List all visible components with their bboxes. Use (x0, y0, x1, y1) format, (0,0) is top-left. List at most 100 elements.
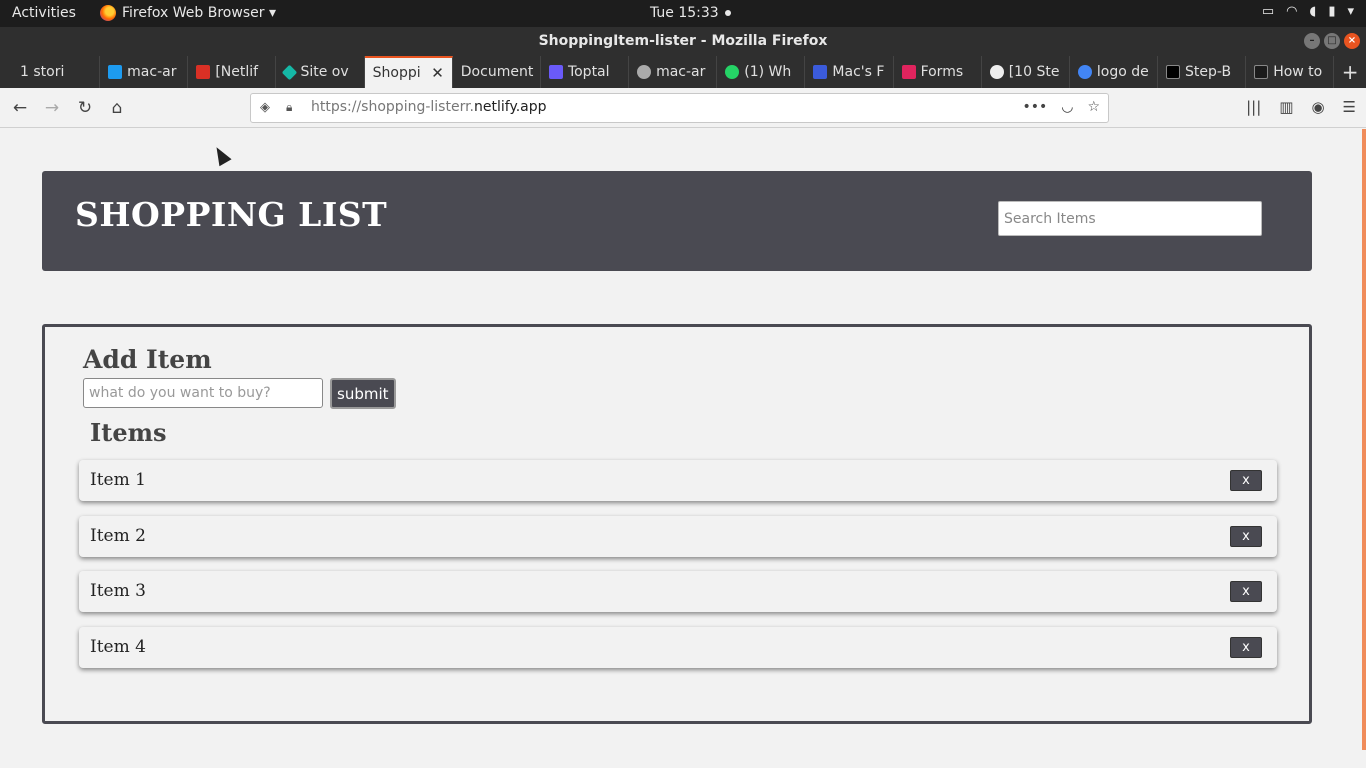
list-item: Item 2 x (79, 515, 1277, 557)
tab-label: mac-ar (127, 64, 177, 80)
gmail-icon (196, 65, 211, 79)
tab-label: logo de (1096, 64, 1149, 80)
tab[interactable]: How to (1246, 56, 1335, 88)
close-icon[interactable]: ✕ (431, 64, 444, 82)
more-actions-icon[interactable]: ••• (1022, 99, 1047, 115)
submit-button[interactable]: submit (330, 378, 396, 409)
google-icon (1077, 65, 1092, 79)
tab[interactable]: 1 stori (12, 56, 101, 88)
url-bar[interactable]: ◈ 🔒︎ https://shopping-listerr.netlify.ap… (250, 93, 1109, 123)
battery-icon: ▮ (1328, 4, 1336, 19)
notification-dot-icon (724, 10, 731, 16)
items-heading: Items (90, 418, 167, 447)
bookmark-star-icon[interactable]: ☆ (1087, 99, 1100, 115)
tab[interactable]: Mac's F (805, 56, 894, 88)
netlify-icon (282, 64, 298, 80)
tab[interactable]: mac-ar (629, 56, 718, 88)
delete-item-button[interactable]: x (1230, 525, 1262, 547)
window-titlebar: ShoppingItem-lister - Mozilla Firefox – … (0, 27, 1366, 56)
tab[interactable]: logo de (1070, 56, 1159, 88)
new-tab-button[interactable]: + (1334, 56, 1366, 88)
forward-arrow-icon[interactable]: → (41, 97, 63, 119)
minimize-button[interactable]: – (1304, 33, 1320, 49)
lock-icon[interactable]: 🔒︎ (286, 100, 292, 115)
tab[interactable]: Toptal (541, 56, 630, 88)
reload-icon[interactable]: ↻ (74, 97, 96, 119)
twitter-icon (108, 65, 123, 79)
item-label: Item 4 (90, 636, 146, 657)
system-tray[interactable]: ▭ ◠ ◖ ▮ ▾ (1262, 4, 1354, 19)
tab-label: Shoppi (372, 65, 421, 81)
tab[interactable]: mac-ar (100, 56, 189, 88)
tab[interactable]: Step-B (1158, 56, 1247, 88)
tab-label: [10 Ste (1008, 64, 1060, 80)
item-label: Item 2 (90, 525, 146, 546)
add-item-heading: Add Item (83, 345, 212, 374)
main-card: Add Item submit Items Item 1 x Item 2 x … (42, 324, 1312, 724)
list-item: Item 1 x (79, 460, 1277, 501)
tab[interactable]: Forms (894, 56, 982, 88)
tab-label: Document (460, 64, 534, 80)
items-list: Item 1 x Item 2 x Item 3 x Item 4 x (79, 460, 1277, 682)
tab-label: Step-B (1185, 64, 1232, 80)
pocket-icon[interactable]: ◡ (1061, 99, 1073, 115)
window-controls: – □ × (1304, 33, 1360, 49)
volume-icon: ◖ (1309, 4, 1317, 19)
tab-label: How to (1273, 64, 1323, 80)
item-label: Item 1 (90, 470, 146, 490)
url-actions: ••• ◡ ☆ (1022, 99, 1100, 115)
activities-button[interactable]: Activities (12, 5, 76, 21)
app-menu[interactable]: Firefox Web Browser ▾ (100, 5, 276, 21)
list-item: Item 4 x (79, 626, 1277, 668)
camera-icon: ▭ (1261, 4, 1275, 19)
menu-icon[interactable]: ☰ (1343, 98, 1356, 116)
clock-label: Tue 15:33 (650, 5, 719, 21)
back-arrow-icon[interactable]: ← (9, 97, 31, 119)
tab-label: mac-ar (656, 64, 706, 80)
forms-icon (901, 65, 916, 79)
search-input[interactable] (998, 201, 1262, 236)
firefox-icon (100, 5, 116, 21)
delete-item-button[interactable]: x (1230, 581, 1262, 602)
scrollbar[interactable] (1362, 129, 1366, 750)
site-icon (1254, 65, 1269, 79)
wifi-icon: ◠ (1286, 4, 1298, 19)
medium-icon (1166, 65, 1181, 79)
tracking-shield-icon[interactable]: ◈ (260, 100, 270, 115)
sidebar-icon[interactable]: ▥ (1279, 98, 1293, 116)
tab-label: (1) Wh (744, 64, 792, 80)
url-prefix: https://shopping-listerr. (311, 99, 474, 115)
app-menu-label: Firefox Web Browser ▾ (122, 5, 276, 21)
list-item: Item 3 x (79, 571, 1277, 612)
window-title: ShoppingItem-lister - Mozilla Firefox (538, 33, 828, 49)
url-text[interactable]: https://shopping-listerr.netlify.app (311, 99, 547, 115)
page-title: SHOPPING LIST (75, 195, 388, 234)
delete-item-button[interactable]: x (1230, 470, 1262, 491)
tab[interactable]: Document (453, 56, 541, 88)
tab[interactable]: [Netlif (188, 56, 277, 88)
toptal-icon (548, 65, 563, 79)
tab[interactable]: [10 Ste (982, 56, 1070, 88)
system-top-bar: Activities Firefox Web Browser ▾ Tue 15:… (0, 0, 1366, 27)
tab-label: Toptal (567, 64, 610, 80)
delete-item-button[interactable]: x (1230, 636, 1262, 658)
add-item-input[interactable] (83, 378, 323, 408)
tab-label: Forms (920, 64, 964, 80)
url-domain: netlify.app (474, 99, 547, 115)
maximize-button[interactable]: □ (1324, 33, 1340, 49)
page-content: SHOPPING LIST Add Item submit Items Item… (0, 129, 1362, 768)
tab-label: Mac's F (832, 64, 885, 80)
toolbar-right: ||| ▥ ◉ ☰ (1246, 98, 1356, 116)
tab[interactable]: Site ov (276, 56, 365, 88)
account-icon[interactable]: ◉ (1311, 98, 1324, 116)
tab[interactable]: (1) Wh (717, 56, 806, 88)
chevron-down-icon: ▾ (1347, 4, 1354, 19)
item-label: Item 3 (90, 581, 146, 601)
home-icon[interactable]: ⌂ (106, 97, 128, 119)
tab-active[interactable]: Shoppi ✕ (364, 56, 453, 88)
clock[interactable]: Tue 15:33 (650, 5, 731, 21)
close-window-button[interactable]: × (1344, 33, 1360, 49)
github-icon (637, 65, 652, 79)
navigation-toolbar: ← → ↻ ⌂ ◈ 🔒︎ https://shopping-listerr.ne… (0, 88, 1366, 128)
library-icon[interactable]: ||| (1246, 98, 1261, 116)
